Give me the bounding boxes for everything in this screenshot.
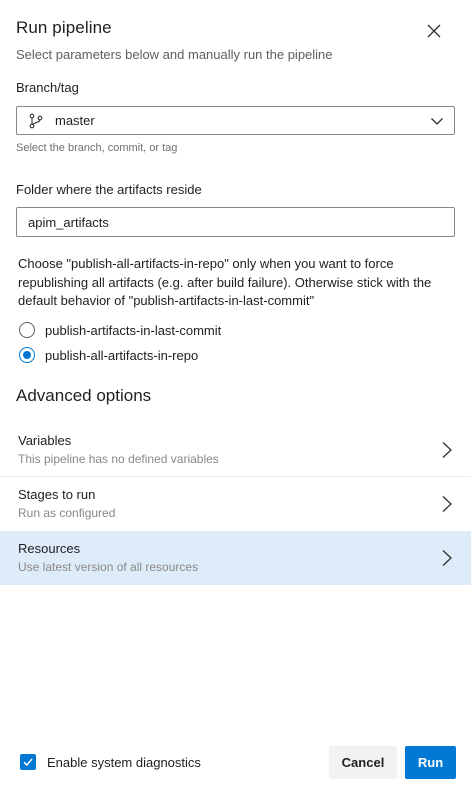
chevron-right-icon — [442, 550, 452, 566]
advanced-row-resources[interactable]: Resources Use latest version of all reso… — [0, 531, 471, 585]
row-title: Variables — [18, 433, 72, 448]
row-title: Resources — [18, 541, 81, 556]
radio-publish-last-commit[interactable]: publish-artifacts-in-last-commit — [19, 322, 221, 338]
radio-button-selected[interactable] — [19, 347, 35, 363]
branch-select[interactable]: master — [16, 106, 455, 135]
radio-button[interactable] — [19, 322, 35, 338]
run-pipeline-panel: Run pipeline Select parameters below and… — [0, 0, 471, 785]
row-subtitle: This pipeline has no defined variables — [18, 452, 219, 466]
radio-label: publish-all-artifacts-in-repo — [45, 347, 199, 363]
radio-publish-all-artifacts[interactable]: publish-all-artifacts-in-repo — [19, 347, 198, 363]
cancel-button[interactable]: Cancel — [329, 746, 397, 779]
chevron-right-icon — [442, 496, 452, 512]
publish-description: Choose "publish-all-artifacts-in-repo" o… — [18, 256, 432, 308]
close-button[interactable] — [425, 22, 443, 40]
advanced-options-title: Advanced options — [16, 386, 152, 405]
branch-helper-text: Select the branch, commit, or tag — [16, 142, 178, 154]
page-title: Run pipeline — [16, 18, 112, 37]
page-subtitle: Select parameters below and manually run… — [16, 47, 333, 62]
row-title: Stages to run — [18, 487, 96, 502]
advanced-row-variables[interactable]: Variables This pipeline has no defined v… — [0, 423, 471, 477]
branch-value: master — [55, 113, 95, 128]
folder-label: Folder where the artifacts reside — [16, 182, 202, 197]
advanced-row-stages[interactable]: Stages to run Run as configured — [0, 477, 471, 531]
row-subtitle: Run as configured — [18, 506, 116, 520]
panel-header: Run pipeline Select parameters below and… — [16, 18, 455, 62]
row-subtitle: Use latest version of all resources — [18, 560, 199, 574]
enable-diagnostics-checkbox[interactable]: Enable system diagnostics — [20, 754, 201, 770]
close-icon — [427, 24, 441, 38]
chevron-right-icon — [442, 442, 452, 458]
radio-label: publish-artifacts-in-last-commit — [45, 322, 222, 338]
diagnostics-label: Enable system diagnostics — [47, 754, 201, 770]
folder-input[interactable] — [16, 207, 455, 237]
run-button[interactable]: Run — [405, 746, 456, 779]
chevron-down-icon — [431, 117, 443, 125]
branch-label: Branch/tag — [16, 80, 79, 95]
checkbox-checked[interactable] — [20, 754, 36, 770]
checkmark-icon — [23, 758, 33, 767]
branch-icon — [29, 113, 43, 128]
